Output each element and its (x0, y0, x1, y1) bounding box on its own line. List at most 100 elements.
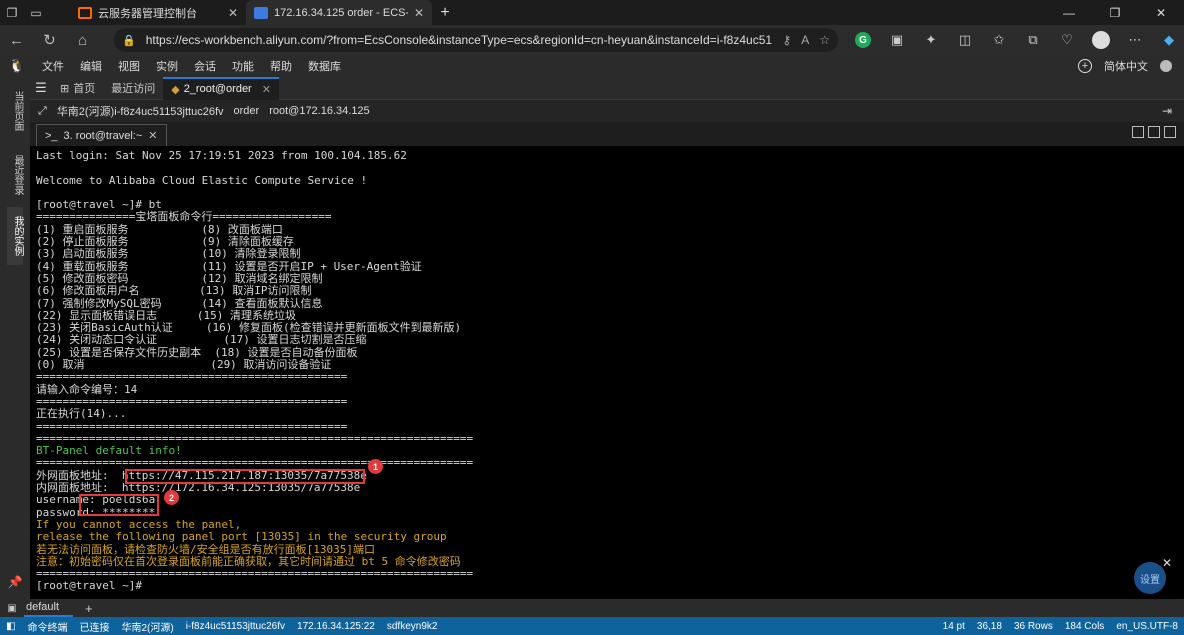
rail-current-page[interactable]: 当前页面 (7, 81, 23, 141)
language-select[interactable]: 简体中文 (1104, 58, 1148, 74)
tab-session-label: 2_root@order (183, 83, 252, 95)
address-bar[interactable]: 🔒 https://ecs-workbench.aliyun.com/?from… (114, 28, 838, 52)
menu-features[interactable]: 功能 (224, 58, 262, 74)
menu-database[interactable]: 数据库 (300, 58, 349, 74)
grid-icon: ⊞ (60, 82, 70, 95)
linux-icon: ◆ (171, 83, 180, 96)
close-session-icon[interactable]: ✕ (262, 83, 271, 96)
new-tab-button[interactable]: + (432, 0, 458, 25)
browser-tab-console[interactable]: 云服务器管理控制台 ✕ (70, 0, 246, 25)
copilot-icon[interactable]: ◆ (1152, 25, 1184, 55)
terminal-line: (24) 关闭动态口令认证 (17) 设置日志切割是否压缩 (36, 333, 367, 347)
home-icon[interactable]: ⌂ (66, 25, 99, 55)
rail-recent-login[interactable]: 最近登录 (7, 147, 23, 203)
close-window-icon[interactable]: ✕ (1138, 0, 1184, 25)
close-tab-icon[interactable]: ✕ (414, 6, 424, 20)
extension-icon[interactable]: ▣ (880, 25, 914, 55)
minimize-icon[interactable]: — (1046, 0, 1092, 25)
instance-name: order (233, 105, 260, 117)
browser-essentials-icon[interactable]: ♡ (1050, 25, 1084, 55)
close-tab-icon[interactable]: ✕ (228, 6, 238, 20)
terminal-line: ========================================… (36, 456, 474, 470)
expand-icon[interactable]: ⤢ (38, 105, 47, 118)
key-icon[interactable]: ⚷ (782, 33, 791, 47)
workspaces-icon[interactable]: ❐ (0, 0, 24, 25)
browser-tab-strip: ❐ ▭ 云服务器管理控制台 ✕ 172.16.34.125 order - EC… (0, 0, 1184, 25)
exit-icon[interactable]: ⇥ (1162, 104, 1172, 118)
shell-tabs: ▣ default + (0, 599, 1184, 617)
tux-logo-icon: 🐧 (8, 58, 26, 73)
terminal-line: ===============宝塔面板命令行================== (36, 210, 332, 224)
menu-instance[interactable]: 实例 (148, 58, 186, 74)
add-shell-button[interactable]: + (73, 601, 105, 616)
tab-recent[interactable]: 最近访问 (103, 77, 163, 100)
menu-help[interactable]: 帮助 (262, 58, 300, 74)
status-instance: i-f8z4uc51153jttuc26fv (185, 620, 286, 632)
terminal-line: (3) 启动面板服务 (10) 清除登录限制 (36, 247, 301, 261)
split-vertical-icon[interactable] (1148, 126, 1160, 138)
annotation-badge-2: 2 (164, 490, 179, 505)
menu-edit[interactable]: 编辑 (72, 58, 110, 74)
status-key: sdfkeyn9k2 (386, 620, 438, 632)
tab-actions-icon[interactable]: ▭ (24, 0, 48, 25)
add-pane-icon[interactable] (1132, 126, 1144, 138)
puzzle-icon[interactable]: ✦ (914, 25, 948, 55)
favorites-icon[interactable]: ✩ (982, 25, 1016, 55)
highlight-box-credentials (79, 494, 159, 516)
workbench-favicon-icon (254, 6, 268, 19)
back-icon[interactable]: ← (0, 25, 33, 55)
terminal-line: (6) 修改面板用户名 (13) 取消IP访问限制 (36, 284, 312, 298)
menu-session[interactable]: 会话 (186, 58, 224, 74)
terminal-line: release the following panel port [13035]… (36, 530, 447, 544)
workbench-menubar: 🐧 文件 编辑 视图 实例 会话 功能 帮助 数据库 + 简体中文 (0, 55, 1184, 77)
collections-icon[interactable]: ⧉ (1016, 25, 1050, 55)
grammarly-icon[interactable]: G (846, 25, 880, 55)
split-horizontal-icon[interactable] (1164, 126, 1176, 138)
menu-hamburger-icon[interactable]: ☰ (30, 80, 52, 96)
browser-tab-workbench[interactable]: 172.16.34.125 order - ECS-Workt ✕ (246, 0, 432, 25)
add-circle-icon[interactable]: + (1078, 59, 1092, 73)
tab-home-label: 首页 (73, 83, 96, 95)
status-cursor: 36,18 (976, 620, 1002, 632)
split-status-icon[interactable]: ◧ (0, 621, 21, 632)
terminal-output[interactable]: Last login: Sat Nov 25 17:19:51 2023 fro… (30, 146, 1184, 599)
split-screen-icon[interactable]: ◫ (948, 25, 982, 55)
read-aloud-icon[interactable]: A (801, 33, 809, 47)
shell-tab-default[interactable]: default (24, 599, 74, 617)
tab-title: 172.16.34.125 order - ECS-Workt (274, 6, 408, 19)
prompt-icon: >_ (45, 129, 58, 142)
tab-session-order[interactable]: ◆ 2_root@order ✕ (163, 76, 279, 100)
close-terminal-icon[interactable]: ✕ (148, 129, 157, 142)
annotation-badge-1: 1 (368, 459, 383, 474)
login-info: root@172.16.34.125 (269, 105, 370, 117)
url-text[interactable]: https://ecs-workbench.aliyun.com/?from=E… (146, 33, 773, 47)
terminal-tab[interactable]: >_ 3. root@travel:~ ✕ (36, 124, 167, 146)
menu-view[interactable]: 视图 (110, 58, 148, 74)
restore-icon[interactable]: ❐ (1092, 0, 1138, 25)
terminal-lines: Last login: Sat Nov 25 17:19:51 2023 fro… (36, 149, 474, 593)
split-controls (1132, 126, 1176, 138)
terminal-line: 若无法访问面板，请检查防火墙/安全组是否有放行面板[13035]端口 (36, 542, 375, 556)
status-bar: ◧ 命令终端 已连接 华南2(河源) i-f8z4uc51153jttuc26f… (0, 617, 1184, 635)
status-rows: 36 Rows (1013, 620, 1053, 632)
user-avatar[interactable] (1160, 60, 1172, 72)
left-rail: 当前页面 最近登录 我的实例 📌 (0, 77, 30, 599)
floating-settings-button[interactable]: 设置 (1134, 562, 1166, 594)
favorite-star-icon[interactable]: ☆ (819, 33, 830, 47)
lock-icon[interactable]: 🔒 (122, 34, 136, 47)
terminal-line: Welcome to Alibaba Cloud Elastic Compute… (36, 173, 368, 187)
tab-recent-label: 最近访问 (111, 83, 156, 95)
more-options-icon[interactable]: ⋯ (1118, 25, 1152, 55)
menu-file[interactable]: 文件 (34, 58, 72, 74)
pin-icon[interactable]: 📌 (7, 576, 23, 588)
status-encoding[interactable]: en_US.UTF-8 (1110, 621, 1184, 632)
rail-my-instances[interactable]: 我的实例 (7, 207, 23, 265)
tab-home[interactable]: ⊞ 首页 (52, 77, 103, 100)
status-font-size[interactable]: 14 pt (937, 621, 971, 632)
close-overlay-icon[interactable]: ✕ (1162, 556, 1172, 570)
address-toolbar: ← ↻ ⌂ 🔒 https://ecs-workbench.aliyun.com… (0, 25, 1184, 55)
profile-avatar[interactable] (1084, 25, 1118, 55)
refresh-icon[interactable]: ↻ (33, 25, 66, 55)
session-tabs: ☰ ⊞ 首页 最近访问 ◆ 2_root@order ✕ (30, 76, 1184, 100)
